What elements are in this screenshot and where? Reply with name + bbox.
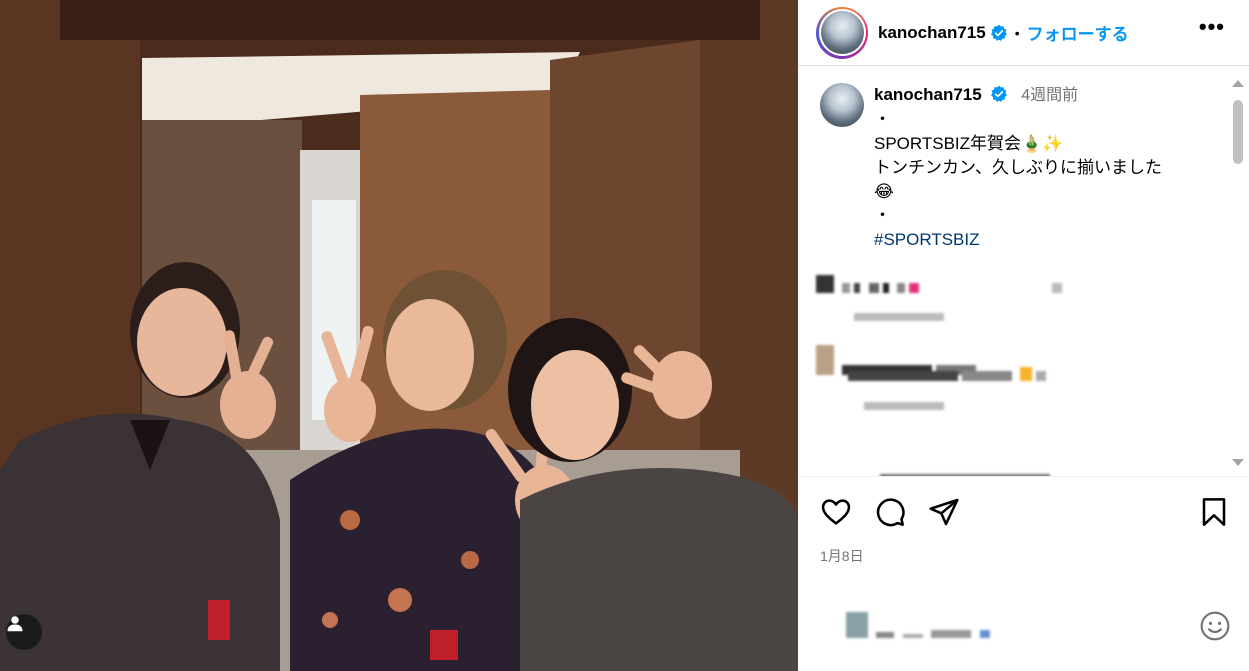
verified-badge-icon <box>990 24 1007 41</box>
redacted-comment <box>848 367 1050 386</box>
comments-scrollbar[interactable] <box>1231 76 1245 470</box>
smiley-icon[interactable] <box>1199 610 1231 642</box>
post-side-panel: kanochan715 • フォローする ••• kanochan715 4週間… <box>798 0 1249 671</box>
photo-illustration <box>0 0 798 671</box>
redacted-comment-meta <box>880 469 1054 476</box>
post-actions <box>820 496 1230 532</box>
share-icon[interactable] <box>928 496 960 528</box>
scroll-up-arrow[interactable] <box>1232 80 1244 87</box>
scroll-thumb[interactable] <box>1233 100 1243 164</box>
redacted-comment-input <box>846 612 994 643</box>
heart-icon[interactable] <box>820 496 852 528</box>
caption-line: トンチンカン、久しぶりに揃いました <box>874 158 1162 177</box>
caption-username[interactable]: kanochan715 <box>874 85 982 104</box>
caption: kanochan715 4週間前 ・ SPORTSBIZ年賀会🎍✨ トンチンカン… <box>820 83 1230 252</box>
post-date[interactable]: 1月8日 <box>820 546 864 566</box>
header-username[interactable]: kanochan715 <box>878 23 986 43</box>
add-comment-bar <box>798 590 1249 660</box>
caption-line: SPORTSBIZ年賀会🎍✨ <box>874 134 1064 153</box>
redacted-comment <box>816 275 1066 298</box>
follow-button[interactable]: フォローする <box>1027 20 1129 45</box>
avatar[interactable] <box>820 11 864 54</box>
more-options-button[interactable]: ••• <box>1199 14 1225 40</box>
redacted-comment-meta <box>854 308 948 326</box>
comment-icon[interactable] <box>874 496 906 528</box>
hashtag-link[interactable]: #SPORTSBIZ <box>874 228 1162 252</box>
comments-section[interactable]: kanochan715 4週間前 ・ SPORTSBIZ年賀会🎍✨ トンチンカン… <box>798 67 1249 477</box>
caption-line: ・ <box>874 206 891 225</box>
caption-line: ・ <box>874 110 891 129</box>
post-header: kanochan715 • フォローする ••• <box>798 0 1249 66</box>
verified-badge-icon <box>991 85 1008 103</box>
user-tag-button[interactable] <box>6 614 42 650</box>
caption-time[interactable]: 4週間前 <box>1021 87 1078 104</box>
story-ring[interactable] <box>816 6 868 59</box>
user-tag-icon <box>7 616 23 632</box>
redacted-comment-meta <box>864 397 948 415</box>
post-photo[interactable] <box>0 0 798 671</box>
caption-line: 😂 <box>874 182 894 201</box>
caption-avatar[interactable] <box>820 83 864 127</box>
separator-dot: • <box>1014 24 1020 41</box>
bookmark-icon[interactable] <box>1198 496 1230 528</box>
scroll-down-arrow[interactable] <box>1232 459 1244 466</box>
